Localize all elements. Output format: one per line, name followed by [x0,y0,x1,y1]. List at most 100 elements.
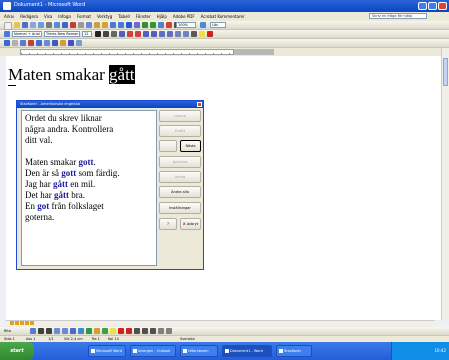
redo-icon[interactable] [118,22,124,28]
suggested-word[interactable]: gått [53,179,68,189]
outline-view-icon[interactable] [25,321,29,325]
rectangle-icon[interactable] [54,328,60,334]
start-button[interactable]: start [0,342,34,360]
taskbar-item[interactable]: Microsoft Word [88,345,126,357]
symbol-icon[interactable] [76,40,82,46]
font-select[interactable]: Times New Roman [44,31,80,37]
review-icon[interactable] [44,40,50,46]
ask-question-input[interactable]: Skriv en fråga för hjälp [369,13,427,19]
chart-icon[interactable] [60,40,66,46]
help-button[interactable]: ? [159,218,177,230]
clock[interactable]: 10:42 [434,348,446,353]
numbering-icon[interactable] [159,31,165,37]
listen-button[interactable]: Lyssna [159,110,201,122]
zoom-select[interactable]: 100% [176,22,196,28]
options-button[interactable]: Inställningar [159,202,201,214]
replace-button[interactable]: Ersätt [159,125,201,137]
fill-color-icon[interactable] [110,328,116,334]
menu-item-tabell[interactable]: Tabell [118,14,129,19]
highlight-icon[interactable] [199,31,205,37]
font-color-icon[interactable] [207,31,213,37]
line-icon[interactable] [38,328,44,334]
save-icon[interactable] [22,22,28,28]
menu-item-acrobat[interactable]: Acrobat Kommentarer [201,14,245,19]
formula-icon[interactable] [68,40,74,46]
justify-icon[interactable] [143,31,149,37]
help-icon[interactable] [200,22,206,28]
shadow-icon[interactable] [158,328,164,334]
textbox-draw-icon[interactable] [70,328,76,334]
menu-item-infoga[interactable]: Infoga [58,14,71,19]
columns-icon[interactable] [158,22,164,28]
selected-word[interactable]: gått [109,65,135,84]
copy-icon[interactable] [86,22,92,28]
taskbar-item[interactable]: Dokument1 - Word [222,345,272,357]
line-spacing-icon[interactable] [151,31,157,37]
web-view-icon[interactable] [15,321,19,325]
document-text[interactable]: Maten smakar gått [8,65,135,85]
clipart-icon[interactable] [94,328,100,334]
change-all-button[interactable]: Ändra alla [159,186,201,198]
tables-borders-icon[interactable] [134,22,140,28]
normal-view-icon[interactable] [10,321,14,325]
draw-menu[interactable]: Rita [4,328,11,334]
suggested-word[interactable]: gått [54,190,69,200]
read-button[interactable]: Läs [210,22,226,28]
ignore-button[interactable]: Ignorera [159,156,201,168]
suggested-word[interactable]: gott [61,168,76,178]
italic-icon[interactable] [103,31,109,37]
print-view-icon[interactable] [20,321,24,325]
close-dialog-button[interactable]: X Avbryt [180,218,201,230]
permission-icon[interactable] [30,22,36,28]
dash-style-icon[interactable] [142,328,148,334]
decrease-indent-icon[interactable] [175,31,181,37]
font-size-select[interactable]: 12 [82,31,92,37]
oval-icon[interactable] [62,328,68,334]
align-left-icon[interactable] [119,31,125,37]
comment-icon[interactable] [28,40,34,46]
arrow-icon[interactable] [46,328,52,334]
undo-icon[interactable] [110,22,116,28]
align-right-icon[interactable] [135,31,141,37]
menu-item-adobe-pdf[interactable]: Adobe PDF [173,14,195,19]
text-box-icon[interactable] [52,40,58,46]
format-painter-icon[interactable] [102,22,108,28]
suggested-word[interactable]: gott [78,157,93,167]
email-icon[interactable] [38,22,44,28]
picture-icon[interactable] [102,328,108,334]
open-folder-icon[interactable] [14,22,20,28]
taskbar-item[interactable]: Utforskaren [180,345,218,357]
print-preview-icon[interactable] [54,22,60,28]
dialog-title[interactable]: StavKontr - Amerikanska engelska [17,101,203,108]
taskbar-item[interactable]: Inkorgen - Outlook [130,345,176,357]
draw-font-color-icon[interactable] [126,328,132,334]
drawing-icon[interactable] [166,22,172,28]
horizontal-scrollbar[interactable] [6,320,435,327]
diagram-icon[interactable] [86,328,92,334]
menu-item-visa[interactable]: Visa [44,14,52,19]
insert-table-icon[interactable] [142,22,148,28]
taskbar-item[interactable]: StavKontr [276,345,312,357]
change-button[interactable]: Ändra [159,171,201,183]
paste-icon[interactable] [94,22,100,28]
reading-view-icon[interactable] [30,321,34,325]
dialog-close-icon[interactable] [197,102,202,107]
line-style-icon[interactable] [134,328,140,334]
bullets-icon[interactable] [167,31,173,37]
styles-pane-icon[interactable] [4,31,10,37]
line-color-icon[interactable] [118,328,124,334]
increase-indent-icon[interactable] [183,31,189,37]
style-select[interactable]: Normal + Arial [12,31,42,37]
suggested-word[interactable]: got [37,201,49,211]
align-center-icon[interactable] [127,31,133,37]
print-icon[interactable] [46,22,52,28]
outside-border-icon[interactable] [191,31,197,37]
vertical-scroll-thumb[interactable] [443,58,448,86]
ruler-scale[interactable] [20,49,234,55]
menu-item-redigera[interactable]: Redigera [20,14,38,19]
3d-icon[interactable] [166,328,172,334]
minimize-icon[interactable] [418,2,427,10]
hyperlink-icon[interactable] [126,22,132,28]
autoshapes-icon[interactable] [30,328,36,334]
wordart-icon[interactable] [78,328,84,334]
